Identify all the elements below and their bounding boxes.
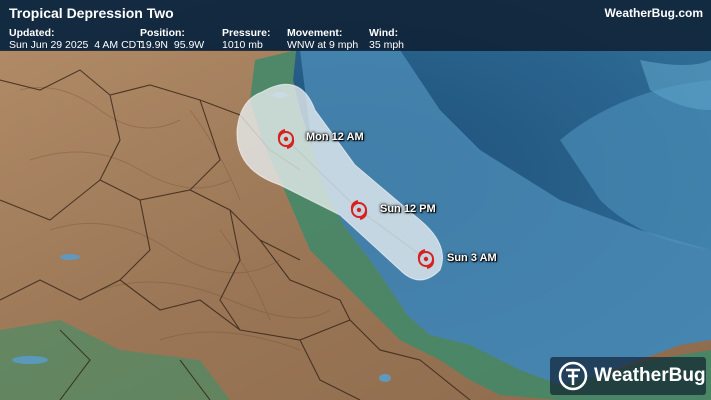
weatherbug-logo[interactable]: WeatherBug — [550, 357, 706, 395]
forecast-point-label: Sun 3 AM — [447, 252, 497, 264]
info-value: 35 mph — [369, 39, 405, 51]
info-pressure: Pressure: 1010 mb — [222, 27, 270, 51]
logo-text: WeatherBug — [594, 365, 706, 386]
info-value: 19.9N 95.9W — [140, 39, 205, 51]
info-value: WNW at 9 mph — [287, 39, 359, 51]
weatherbug-logo-icon — [558, 361, 588, 391]
info-updated: Updated: Sun Jun 29 2025 4 AM CDT — [9, 27, 143, 51]
map — [0, 0, 711, 400]
forecast-point-label: Sun 12 PM — [380, 203, 436, 215]
info-value: 1010 mb — [222, 39, 263, 51]
info-value: Sun Jun 29 2025 4 AM CDT — [9, 39, 143, 51]
info-position: Position: 19.9N 95.9W — [140, 27, 204, 51]
storm-title: Tropical Depression Two — [9, 5, 174, 21]
info-header: Tropical Depression Two WeatherBug.com U… — [0, 0, 711, 51]
info-label: Pressure: — [222, 27, 271, 39]
forecast-point-label: Mon 12 AM — [306, 131, 364, 143]
brand-link[interactable]: WeatherBug.com — [605, 6, 703, 20]
info-wind: Wind: 35 mph — [369, 27, 404, 51]
info-label: Wind: — [369, 27, 399, 39]
info-movement: Movement: WNW at 9 mph — [287, 27, 358, 51]
info-label: Position: — [140, 27, 185, 39]
info-label: Movement: — [287, 27, 343, 39]
info-label: Updated: — [9, 27, 55, 39]
